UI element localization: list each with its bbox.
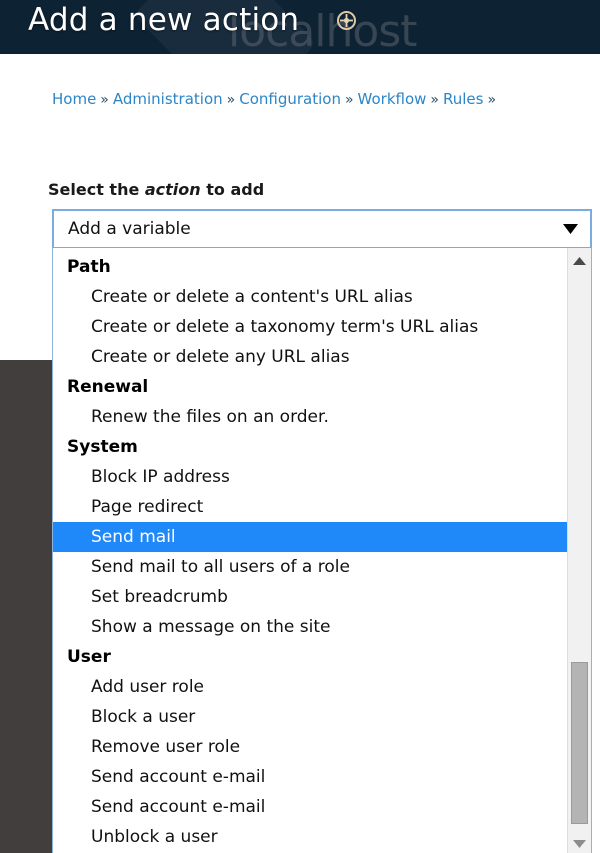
dropdown-option[interactable]: Block IP address: [53, 462, 567, 492]
scroll-up-arrow-icon[interactable]: [568, 250, 591, 272]
label-suffix: to add: [200, 180, 265, 199]
dropdown-option[interactable]: Create or delete any URL alias: [53, 342, 567, 372]
dropdown-option[interactable]: Send mail to all users of a role: [53, 552, 567, 582]
chevron-down-icon[interactable]: [550, 224, 590, 234]
dropdown-option[interactable]: Remove user role: [53, 732, 567, 762]
dropdown-option[interactable]: Block a user: [53, 702, 567, 732]
breadcrumb-separator: »: [226, 92, 236, 108]
breadcrumb-item-workflow[interactable]: Workflow: [358, 90, 427, 108]
breadcrumb: Home» Administration» Configuration» Workfl…: [52, 90, 500, 108]
dropdown-group-label: User: [67, 647, 111, 667]
select-field-label: Select the action to add: [48, 180, 264, 199]
dropdown-option[interactable]: Unblock a user: [53, 822, 567, 852]
dropdown-option[interactable]: Show a message on the site: [53, 612, 567, 642]
breadcrumb-item-configuration[interactable]: Configuration: [239, 90, 341, 108]
label-prefix: Select the: [48, 180, 145, 199]
breadcrumb-item-home[interactable]: Home: [52, 90, 96, 108]
scrollbar-thumb[interactable]: [571, 662, 588, 824]
label-emphasis: action: [144, 180, 201, 199]
dropdown-group-label: System: [67, 437, 138, 457]
dropdown-option[interactable]: Renew the files on an order.: [53, 402, 567, 432]
move-crosshair-icon[interactable]: [337, 11, 356, 30]
dropdown-group-label: Renewal: [67, 377, 149, 397]
breadcrumb-separator: »: [430, 92, 439, 108]
dropdown-option-list[interactable]: Path Create or delete a content's URL ali…: [53, 248, 567, 853]
dropdown-scrollbar[interactable]: [567, 248, 591, 853]
dropdown-option-selected[interactable]: Send mail: [53, 522, 567, 552]
scroll-down-arrow-icon[interactable]: [568, 833, 591, 853]
action-select[interactable]: Add a variable: [52, 209, 592, 249]
breadcrumb-separator: »: [100, 92, 109, 108]
action-select-dropdown[interactable]: Path Create or delete a content's URL ali…: [52, 248, 592, 853]
dropdown-option[interactable]: Send account e-mail: [53, 792, 567, 822]
dropdown-option[interactable]: Create or delete a taxonomy term's URL a…: [53, 312, 567, 342]
breadcrumb-item-administration[interactable]: Administration: [113, 90, 223, 108]
dropdown-option[interactable]: Page redirect: [53, 492, 567, 522]
dropdown-option[interactable]: Create or delete a content's URL alias: [53, 282, 567, 312]
breadcrumb-item-rules[interactable]: Rules: [443, 90, 483, 108]
breadcrumb-separator: »: [344, 92, 354, 108]
dropdown-option[interactable]: Set breadcrumb: [53, 582, 567, 612]
dropdown-option[interactable]: Send account e-mail: [53, 762, 567, 792]
breadcrumb-separator-trailing: »: [487, 92, 497, 108]
sidebar-dark-block: [0, 360, 52, 853]
dropdown-option[interactable]: Add user role: [53, 672, 567, 702]
page-title: Add a new action: [28, 2, 300, 38]
select-selected-value: Add a variable: [68, 219, 191, 239]
page-root: localhost Add a new action Home» Administ…: [0, 0, 600, 853]
dropdown-group-label: Path: [67, 257, 111, 277]
page-header: localhost Add a new action: [0, 0, 600, 54]
